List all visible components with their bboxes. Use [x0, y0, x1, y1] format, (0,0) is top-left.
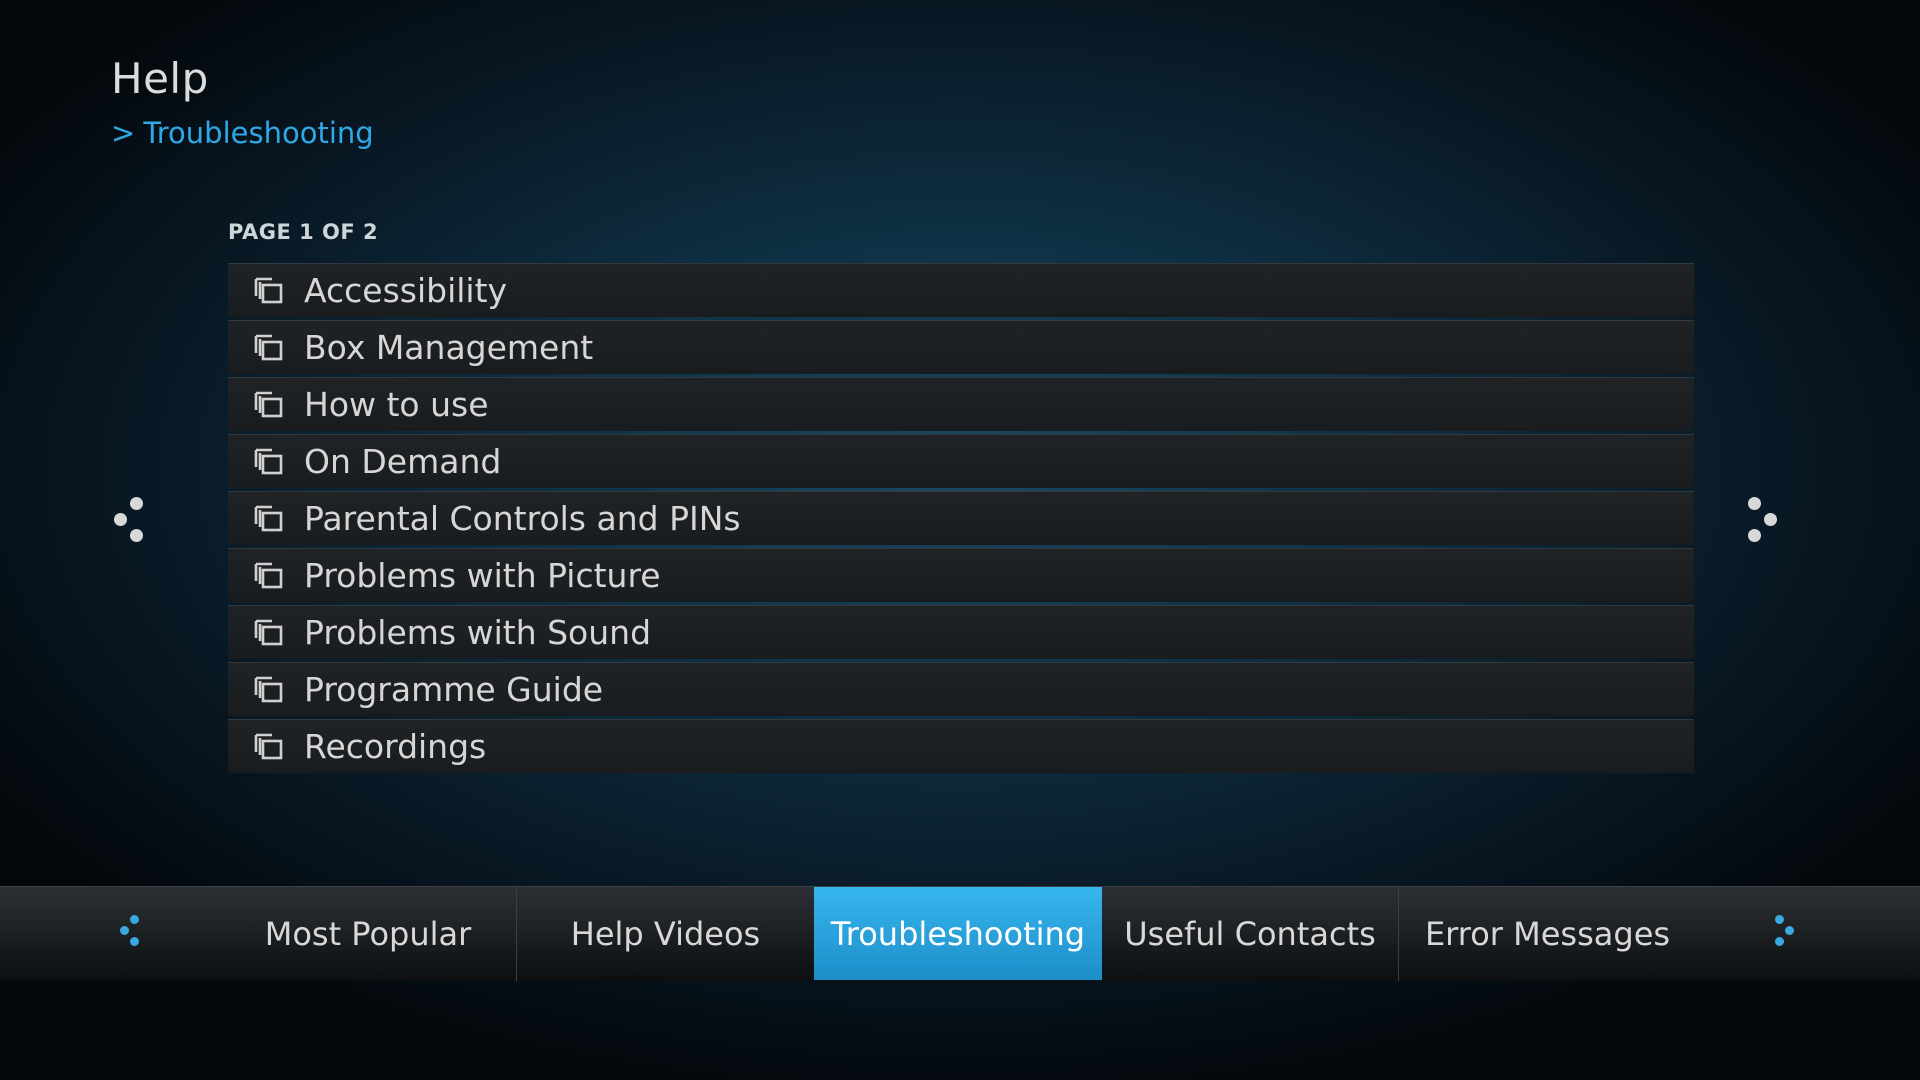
bottom-tab-bar: Most Popular Help Videos Troubleshooting…	[0, 886, 1920, 981]
page-indicator: PAGE 1 OF 2	[228, 220, 379, 244]
list-item[interactable]: Programme Guide	[228, 662, 1694, 716]
folder-stack-icon	[254, 447, 284, 477]
tab-most-popular[interactable]: Most Popular	[220, 887, 517, 981]
tabs-right-icon[interactable]	[1775, 915, 1805, 955]
folder-stack-icon	[254, 504, 284, 534]
list-item[interactable]: Problems with Sound	[228, 605, 1694, 659]
list-item-label: Accessibility	[304, 271, 508, 310]
folder-stack-icon	[254, 675, 284, 705]
folder-stack-icon	[254, 333, 284, 363]
tab-label: Troubleshooting	[830, 914, 1086, 953]
tab-strip: Most Popular Help Videos Troubleshooting…	[0, 887, 1920, 981]
list-item[interactable]: Problems with Picture	[228, 548, 1694, 602]
tab-label: Error Messages	[1424, 915, 1671, 953]
folder-stack-icon	[254, 390, 284, 420]
tab-label: Most Popular	[264, 915, 472, 953]
list-item-label: Problems with Picture	[304, 556, 661, 595]
list-item[interactable]: Parental Controls and PINs	[228, 491, 1694, 545]
list-item[interactable]: Box Management	[228, 320, 1694, 374]
topic-list: Accessibility Box Management How to use …	[228, 263, 1694, 776]
tab-error-messages[interactable]: Error Messages	[1399, 887, 1696, 981]
list-item[interactable]: Accessibility	[228, 263, 1694, 317]
next-page-icon[interactable]	[1746, 495, 1786, 555]
tab-useful-contacts[interactable]: Useful Contacts	[1102, 887, 1399, 981]
tab-label: Help Videos	[570, 915, 761, 953]
tab-help-videos[interactable]: Help Videos	[517, 887, 814, 981]
breadcrumb[interactable]: > Troubleshooting	[111, 116, 374, 150]
help-screen: Help > Troubleshooting PAGE 1 OF 2 Access…	[0, 0, 1920, 1080]
list-item[interactable]: Recordings	[228, 719, 1694, 773]
tab-troubleshooting[interactable]: Troubleshooting	[814, 887, 1102, 980]
page-title: Help	[111, 54, 209, 103]
list-item[interactable]: How to use	[228, 377, 1694, 431]
list-item[interactable]: On Demand	[228, 434, 1694, 488]
tab-label: Useful Contacts	[1124, 915, 1376, 953]
list-item-label: Recordings	[304, 727, 487, 766]
folder-stack-icon	[254, 561, 284, 591]
previous-page-icon[interactable]	[112, 495, 152, 555]
folder-stack-icon	[254, 618, 284, 648]
list-item-label: On Demand	[304, 442, 502, 481]
folder-stack-icon	[254, 732, 284, 762]
list-item-label: Box Management	[304, 328, 594, 367]
list-item-label: Programme Guide	[304, 670, 604, 709]
folder-stack-icon	[254, 276, 284, 306]
list-item-label: Parental Controls and PINs	[304, 499, 741, 538]
breadcrumb-label: Troubleshooting	[143, 116, 374, 150]
list-item-label: How to use	[304, 385, 489, 424]
breadcrumb-arrow: >	[111, 116, 136, 150]
list-item-label: Problems with Sound	[304, 613, 652, 652]
